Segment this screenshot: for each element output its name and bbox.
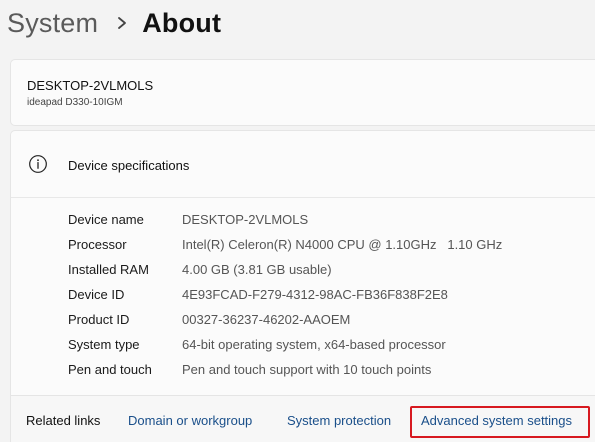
page-title: About bbox=[142, 7, 222, 38]
spec-value: Intel(R) Celeron(R) N4000 CPU @ 1.10GHz … bbox=[182, 236, 503, 252]
system-protection-link[interactable]: System protection bbox=[287, 413, 391, 428]
spec-value: 64-bit operating system, x64-based proce… bbox=[182, 336, 446, 352]
spec-value: 00327-36237-46202-AAOEM bbox=[182, 311, 351, 327]
breadcrumb: System About bbox=[7, 4, 221, 42]
device-model: ideapad D330-10IGM bbox=[27, 97, 123, 108]
spec-row-system-type: System type 64-bit operating system, x64… bbox=[68, 333, 588, 355]
spec-label: Pen and touch bbox=[68, 361, 152, 377]
spec-row-installed-ram: Installed RAM 4.00 GB (3.81 GB usable) bbox=[68, 258, 588, 280]
spec-value: DESKTOP-2VLMOLS bbox=[182, 211, 309, 227]
spec-value: 4.00 GB (3.81 GB usable) bbox=[182, 261, 332, 277]
spec-value: Pen and touch support with 10 touch poin… bbox=[182, 361, 432, 377]
spec-row-processor: Processor Intel(R) Celeron(R) N4000 CPU … bbox=[68, 233, 588, 255]
device-name: DESKTOP-2VLMOLS bbox=[27, 78, 154, 93]
chevron-right-icon bbox=[108, 4, 136, 42]
spec-label: Device name bbox=[68, 211, 144, 227]
device-card: DESKTOP-2VLMOLS ideapad D330-10IGM bbox=[10, 59, 595, 126]
spec-label: Device ID bbox=[68, 286, 125, 302]
spec-label: Processor bbox=[68, 236, 127, 252]
related-links-label: Related links bbox=[26, 413, 101, 428]
info-icon bbox=[28, 154, 48, 174]
spec-row-pen-and-touch: Pen and touch Pen and touch support with… bbox=[68, 358, 588, 380]
device-specifications-card: Device specifications Device name DESKTO… bbox=[10, 130, 595, 442]
spec-label: Product ID bbox=[68, 311, 130, 327]
device-specifications-header[interactable]: Device specifications bbox=[11, 131, 595, 198]
breadcrumb-system[interactable]: System bbox=[7, 8, 98, 39]
device-specifications-title: Device specifications bbox=[68, 158, 190, 173]
spec-row-device-id: Device ID 4E93FCAD-F279-4312-98AC-FB36F8… bbox=[68, 283, 588, 305]
spec-label: Installed RAM bbox=[68, 261, 149, 277]
domain-or-workgroup-link[interactable]: Domain or workgroup bbox=[128, 413, 252, 428]
spec-row-product-id: Product ID 00327-36237-46202-AAOEM bbox=[68, 308, 588, 330]
spec-value: 4E93FCAD-F279-4312-98AC-FB36F838F2E8 bbox=[182, 286, 448, 302]
related-links-bar: Related links Domain or workgroup System… bbox=[11, 395, 595, 442]
advanced-system-settings-link[interactable]: Advanced system settings bbox=[421, 413, 572, 428]
about-page: System About DESKTOP-2VLMOLS ideapad D33… bbox=[0, 0, 595, 442]
spec-label: System type bbox=[68, 336, 140, 352]
spec-row-device-name: Device name DESKTOP-2VLMOLS bbox=[68, 208, 588, 230]
